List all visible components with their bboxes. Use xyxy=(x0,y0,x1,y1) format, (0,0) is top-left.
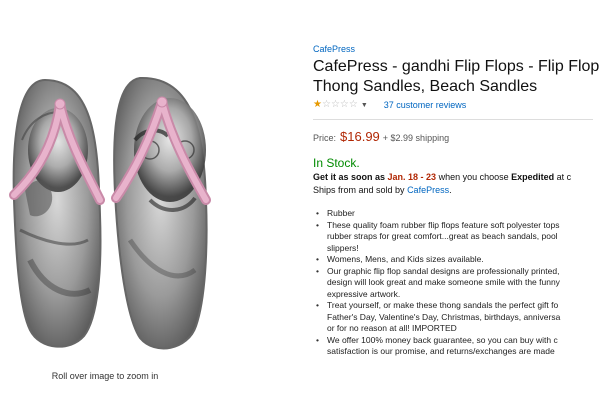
bullet-line: satisfaction is our promise, and returns… xyxy=(327,346,555,356)
bullet-line: rubber straps for great comfort...great … xyxy=(327,231,558,241)
bullet-line: Rubber xyxy=(327,208,355,218)
delivery-mid: when you choose xyxy=(436,172,512,182)
brand-link[interactable]: CafePress xyxy=(313,44,600,54)
product-details: CafePress CafePress - gandhi Flip Flops … xyxy=(313,40,600,400)
delivery-prefix: Get it as soon as xyxy=(313,172,388,182)
delivery-suffix: at c xyxy=(554,172,572,182)
shipping-cost: + $2.99 shipping xyxy=(382,133,450,143)
feature-bullets: Rubber These quality foam rubber flip fl… xyxy=(313,208,600,358)
bullet-line: These quality foam rubber flip flops fea… xyxy=(327,219,560,230)
bullet-line: or for no reason at all! IMPORTED xyxy=(327,323,457,333)
list-item: These quality foam rubber flip flops fea… xyxy=(313,220,600,255)
zoom-hint: Roll over image to zoom in xyxy=(51,371,159,381)
ships-suffix: . xyxy=(449,185,452,195)
bullet-line: Father's Day, Valentine's Day, Christmas… xyxy=(327,311,561,322)
list-item: Treat yourself, or make these thong sand… xyxy=(313,300,600,335)
stock-status: In Stock. xyxy=(313,156,360,170)
list-item: Womens, Mens, and Kids sizes available. xyxy=(313,254,600,266)
product-title-line2: Thong Sandles, Beach Sandles xyxy=(313,78,538,95)
divider xyxy=(313,119,593,120)
price-value: $16.99 xyxy=(340,129,380,144)
price-row: Price: $16.99 + $2.99 shipping xyxy=(313,129,600,144)
bullet-line: expressive artwork. xyxy=(327,288,401,299)
star-filled-icon: ★ xyxy=(313,99,322,110)
price-label: Price: xyxy=(313,133,337,143)
product-image-panel: Roll over image to zoom in xyxy=(0,0,300,400)
list-item: We offer 100% money back guarantee, so y… xyxy=(313,335,600,358)
ships-from: Ships from and sold by CafePress. xyxy=(313,185,600,195)
bullet-line: design will look great and make someone … xyxy=(327,277,560,287)
ships-prefix: Ships from and sold by xyxy=(313,185,408,195)
product-title-line1: CafePress - gandhi Flip Flops - Flip Flo… xyxy=(313,58,600,75)
customer-reviews-link[interactable]: 37 customer reviews xyxy=(384,100,467,110)
star-empty-icon: ☆ xyxy=(348,99,358,110)
bullet-line: Womens, Mens, and Kids sizes available. xyxy=(327,254,484,264)
delivery-date: Jan. 18 - 23 xyxy=(387,172,437,182)
bullet-line: Our graphic flip flop sandal designs are… xyxy=(327,265,560,276)
star-empty-icon: ☆ xyxy=(321,99,331,110)
star-empty-icon: ☆ xyxy=(330,99,340,110)
list-item: Rubber xyxy=(313,208,600,220)
delivery-option[interactable]: Expedited xyxy=(511,172,554,182)
star-rating[interactable]: ★ ☆ ☆ ☆ ☆ xyxy=(313,100,358,110)
bullet-line: We offer 100% money back guarantee, so y… xyxy=(327,334,558,345)
star-empty-icon: ☆ xyxy=(339,99,349,110)
rating-row: ★ ☆ ☆ ☆ ☆ ▼ 37 customer reviews xyxy=(313,100,600,111)
bullet-line: slippers! xyxy=(327,242,359,253)
delivery-estimate: Get it as soon as Jan. 18 - 23 when you … xyxy=(313,172,600,182)
product-image[interactable] xyxy=(0,0,300,400)
chevron-down-icon[interactable]: ▼ xyxy=(361,102,368,109)
product-title: CafePress - gandhi Flip Flops - Flip Flo… xyxy=(313,57,600,97)
bullet-line: Treat yourself, or make these thong sand… xyxy=(327,300,559,310)
list-item: Our graphic flip flop sandal designs are… xyxy=(313,266,600,301)
seller-link[interactable]: CafePress xyxy=(407,185,449,195)
